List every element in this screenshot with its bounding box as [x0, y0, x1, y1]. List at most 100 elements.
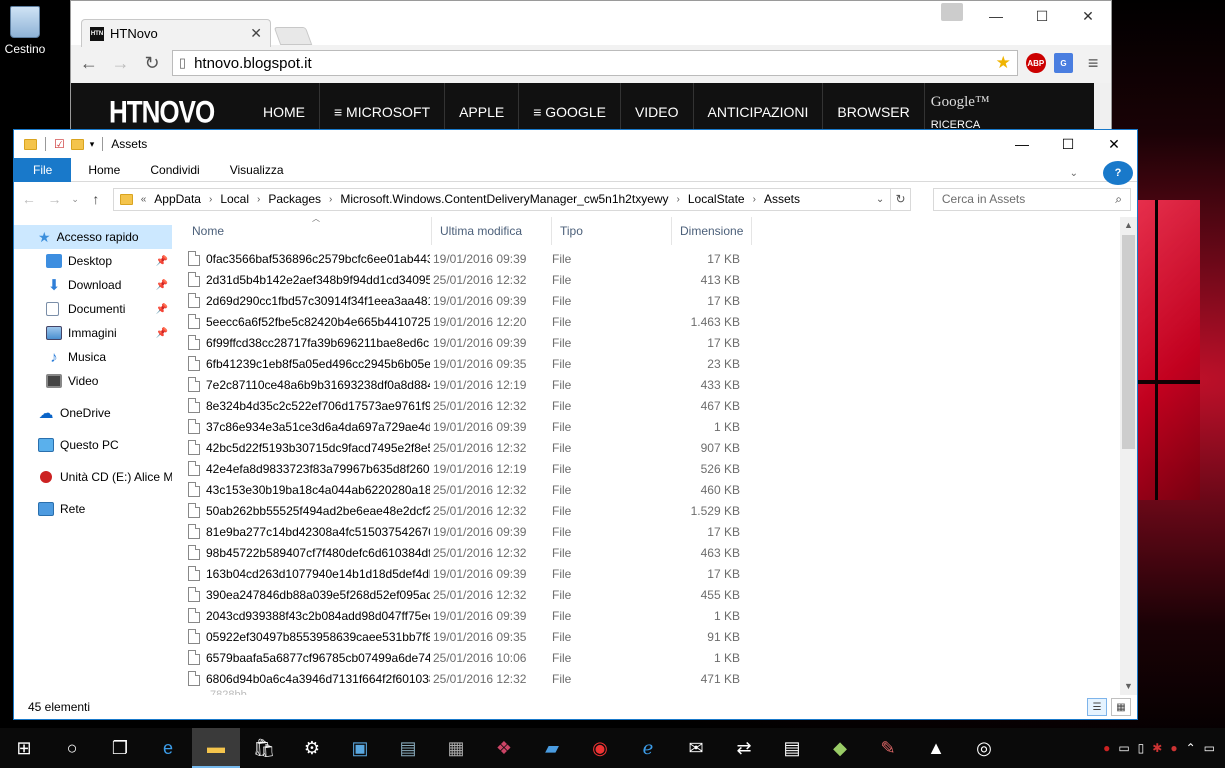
tray-expand-icon[interactable]: ⌃	[1186, 741, 1196, 755]
mail-icon[interactable]: ✉	[672, 728, 720, 768]
table-row[interactable]: 37c86e934e3a51ce3d6a4da697a729ae4de... 19…	[172, 416, 1137, 437]
scroll-thumb[interactable]	[1122, 235, 1135, 449]
table-row[interactable]: 163b04cd263d1077940e14b1d18d5def4db... 19…	[172, 563, 1137, 584]
chevron-right-icon[interactable]: ›	[257, 194, 260, 205]
table-row[interactable]: 8e324b4d35c2c522ef706d17573ae9761f91... 2…	[172, 395, 1137, 416]
sidebar-item-accesso-rapido[interactable]: ★ Accesso rapido	[14, 225, 172, 249]
google-translate-icon[interactable]: G	[1053, 53, 1074, 73]
quick-access-toolbar-dropdown-icon[interactable]: ▾	[90, 139, 95, 150]
table-row[interactable]: 6fb41239c1eb8f5a05ed496cc2945b6b05e9... 1…	[172, 353, 1137, 374]
sidebar-item-video[interactable]: Video	[14, 369, 172, 393]
sidebar-item-rete[interactable]: Rete	[14, 497, 172, 521]
tab-visualizza[interactable]: Visualizza	[215, 158, 299, 182]
table-row[interactable]: 2d31d5b4b142e2aef348b9f94dd1cd34095... 25…	[172, 269, 1137, 290]
expand-ribbon-icon[interactable]: ⌄	[1055, 161, 1093, 185]
browser-tab[interactable]: HTN HTNovo ✕	[81, 19, 271, 47]
tray-icon-2[interactable]: ▯	[1138, 741, 1145, 755]
app-icon-3[interactable]: ❖	[480, 728, 528, 768]
column-header-nome[interactable]: Nome	[172, 217, 432, 245]
column-header-ultima-modifica[interactable]: Ultima modifica	[432, 217, 552, 245]
calculator-grid-icon[interactable]: ▦	[432, 728, 480, 768]
battery-icon[interactable]: ▭	[1204, 741, 1215, 755]
chevron-right-icon[interactable]: ›	[753, 194, 756, 205]
tab-close-icon[interactable]: ✕	[250, 25, 262, 42]
up-icon[interactable]: ↑	[87, 191, 105, 207]
start-button-windows-icon[interactable]: ⊞	[0, 728, 48, 768]
paint-icon[interactable]: ✎	[864, 728, 912, 768]
chrome-icon[interactable]: ◉	[576, 728, 624, 768]
new-tab-button[interactable]	[273, 27, 313, 45]
table-row[interactable]: 6f99ffcd38cc28717fa39b696211bae8ed6c... 1…	[172, 332, 1137, 353]
breadcrumb-contentdeliverymanager[interactable]: Microsoft.Windows.ContentDeliveryManager…	[340, 192, 668, 206]
breadcrumb-appdata[interactable]: AppData	[154, 192, 201, 206]
task-view-icon[interactable]: ❐	[96, 728, 144, 768]
pin-icon[interactable]: 📌	[156, 304, 168, 315]
minimize-icon[interactable]: —	[973, 1, 1019, 31]
sidebar-item-cd-drive[interactable]: Unità CD (E:) Alice M	[14, 465, 172, 489]
forward-icon[interactable]: →	[109, 53, 133, 74]
tray-icon-1[interactable]: ▭	[1118, 741, 1129, 755]
table-row[interactable]: 7e2c87110ce48a6b9b31693238df0a8d884... 19…	[172, 374, 1137, 395]
sidebar-item-download[interactable]: ⬇ Download 📌	[14, 273, 172, 297]
details-view-icon[interactable]: ☰	[1087, 698, 1107, 716]
bookmark-star-icon[interactable]: ★	[996, 53, 1011, 73]
sidebar-item-onedrive[interactable]: ☁ OneDrive	[14, 401, 172, 425]
adblock-plus-icon[interactable]: ABP	[1025, 53, 1046, 73]
store-icon[interactable]: 🛍	[240, 728, 288, 768]
back-icon[interactable]: ←	[77, 53, 101, 74]
table-row[interactable]: 6806d94b0a6c4a3946d7131f664f2f601038f...…	[172, 668, 1137, 689]
maximize-icon[interactable]: ☐	[1019, 1, 1065, 31]
chevron-right-icon[interactable]: ›	[329, 194, 332, 205]
table-row[interactable]: 2043cd939388f43c2b084add98d047ff75ec... 1…	[172, 605, 1137, 626]
column-header-dimensione[interactable]: Dimensione	[672, 217, 752, 245]
user-profile-icon[interactable]	[941, 3, 963, 21]
sidebar-item-documenti[interactable]: Documenti 📌	[14, 297, 172, 321]
file-explorer-icon[interactable]: ▬	[192, 728, 240, 768]
tab-condividi[interactable]: Condividi	[135, 158, 214, 182]
search-input[interactable]: Cerca in Assets ⌕	[932, 187, 1131, 211]
table-row[interactable]: 43c153e30b19ba18c4a044ab6220280a18f7... 2…	[172, 479, 1137, 500]
vertical-scrollbar[interactable]: ▲ ▼	[1120, 217, 1137, 695]
maximize-icon[interactable]: ☐	[1045, 130, 1091, 158]
breadcrumb-localstate[interactable]: LocalState	[688, 192, 745, 206]
sidebar-item-immagini[interactable]: Immagini 📌	[14, 321, 172, 345]
site-logo[interactable]: HTNOVO	[109, 93, 249, 130]
search-cortana-icon[interactable]: ○	[48, 728, 96, 768]
edge-icon[interactable]: e	[144, 728, 192, 768]
table-row[interactable]: 390ea247846db88a039e5f268d52ef095ad4... 2…	[172, 584, 1137, 605]
calculator-icon[interactable]: ▤	[768, 728, 816, 768]
large-icons-view-icon[interactable]: ▦	[1111, 698, 1131, 716]
photos-icon[interactable]: ▲	[912, 728, 960, 768]
breadcrumb-assets[interactable]: Assets	[764, 192, 800, 206]
chevron-right-icon[interactable]: ›	[677, 194, 680, 205]
chrome-menu-icon[interactable]: ≡	[1081, 53, 1105, 74]
overflow-chevron-icon[interactable]: «	[141, 194, 147, 205]
scroll-up-icon[interactable]: ▲	[1120, 217, 1137, 234]
scroll-down-icon[interactable]: ▼	[1120, 678, 1137, 695]
app-icon-1[interactable]: ▣	[336, 728, 384, 768]
sidebar-item-musica[interactable]: ♪ Musica	[14, 345, 172, 369]
table-row[interactable]: 98b45722b589407cf7f480defc6d610384df... 2…	[172, 542, 1137, 563]
table-row[interactable]: 50ab262bb55525f494ad2be6eae48e2dcf2... 25…	[172, 500, 1137, 521]
close-icon[interactable]: ✕	[1091, 130, 1137, 158]
chevron-right-icon[interactable]: ›	[209, 194, 212, 205]
pin-icon[interactable]: 📌	[156, 328, 168, 339]
recent-locations-icon[interactable]: ⌄	[71, 194, 79, 205]
sidebar-item-questo-pc[interactable]: Questo PC	[14, 433, 172, 457]
table-row[interactable]: 0fac3566baf536896c2579bcfc6ee01ab443... 1…	[172, 248, 1137, 269]
close-icon[interactable]: ✕	[1065, 1, 1111, 31]
address-dropdown-icon[interactable]: ⌄	[876, 194, 884, 205]
app-icon-4[interactable]: ▰	[528, 728, 576, 768]
table-row[interactable]: 42bc5d22f5193b30715dc9facd7495e2f8e5... 2…	[172, 437, 1137, 458]
forward-icon[interactable]: →	[46, 191, 64, 207]
breadcrumb-packages[interactable]: Packages	[268, 192, 321, 206]
address-bar[interactable]: ▯ htnovo.blogspot.it ★	[171, 50, 1018, 76]
tray-icon-4[interactable]: ●	[1170, 741, 1177, 755]
table-row[interactable]: 6579baafa5a6877cf96785cb07499a6de740... 2…	[172, 647, 1137, 668]
sidebar-item-desktop[interactable]: Desktop 📌	[14, 249, 172, 273]
table-row[interactable]: 42e4efa8d9833723f83a79967b635d8f260a... 1…	[172, 458, 1137, 479]
pin-icon[interactable]: 📌	[156, 280, 168, 291]
table-row[interactable]: 2d69d290cc1fbd57c30914f34f1eea3aa481... 1…	[172, 290, 1137, 311]
app-icon-6[interactable]: ◎	[960, 728, 1008, 768]
table-row[interactable]: 5eecc6a6f52fbe5c82420b4e665b44107253... 1…	[172, 311, 1137, 332]
